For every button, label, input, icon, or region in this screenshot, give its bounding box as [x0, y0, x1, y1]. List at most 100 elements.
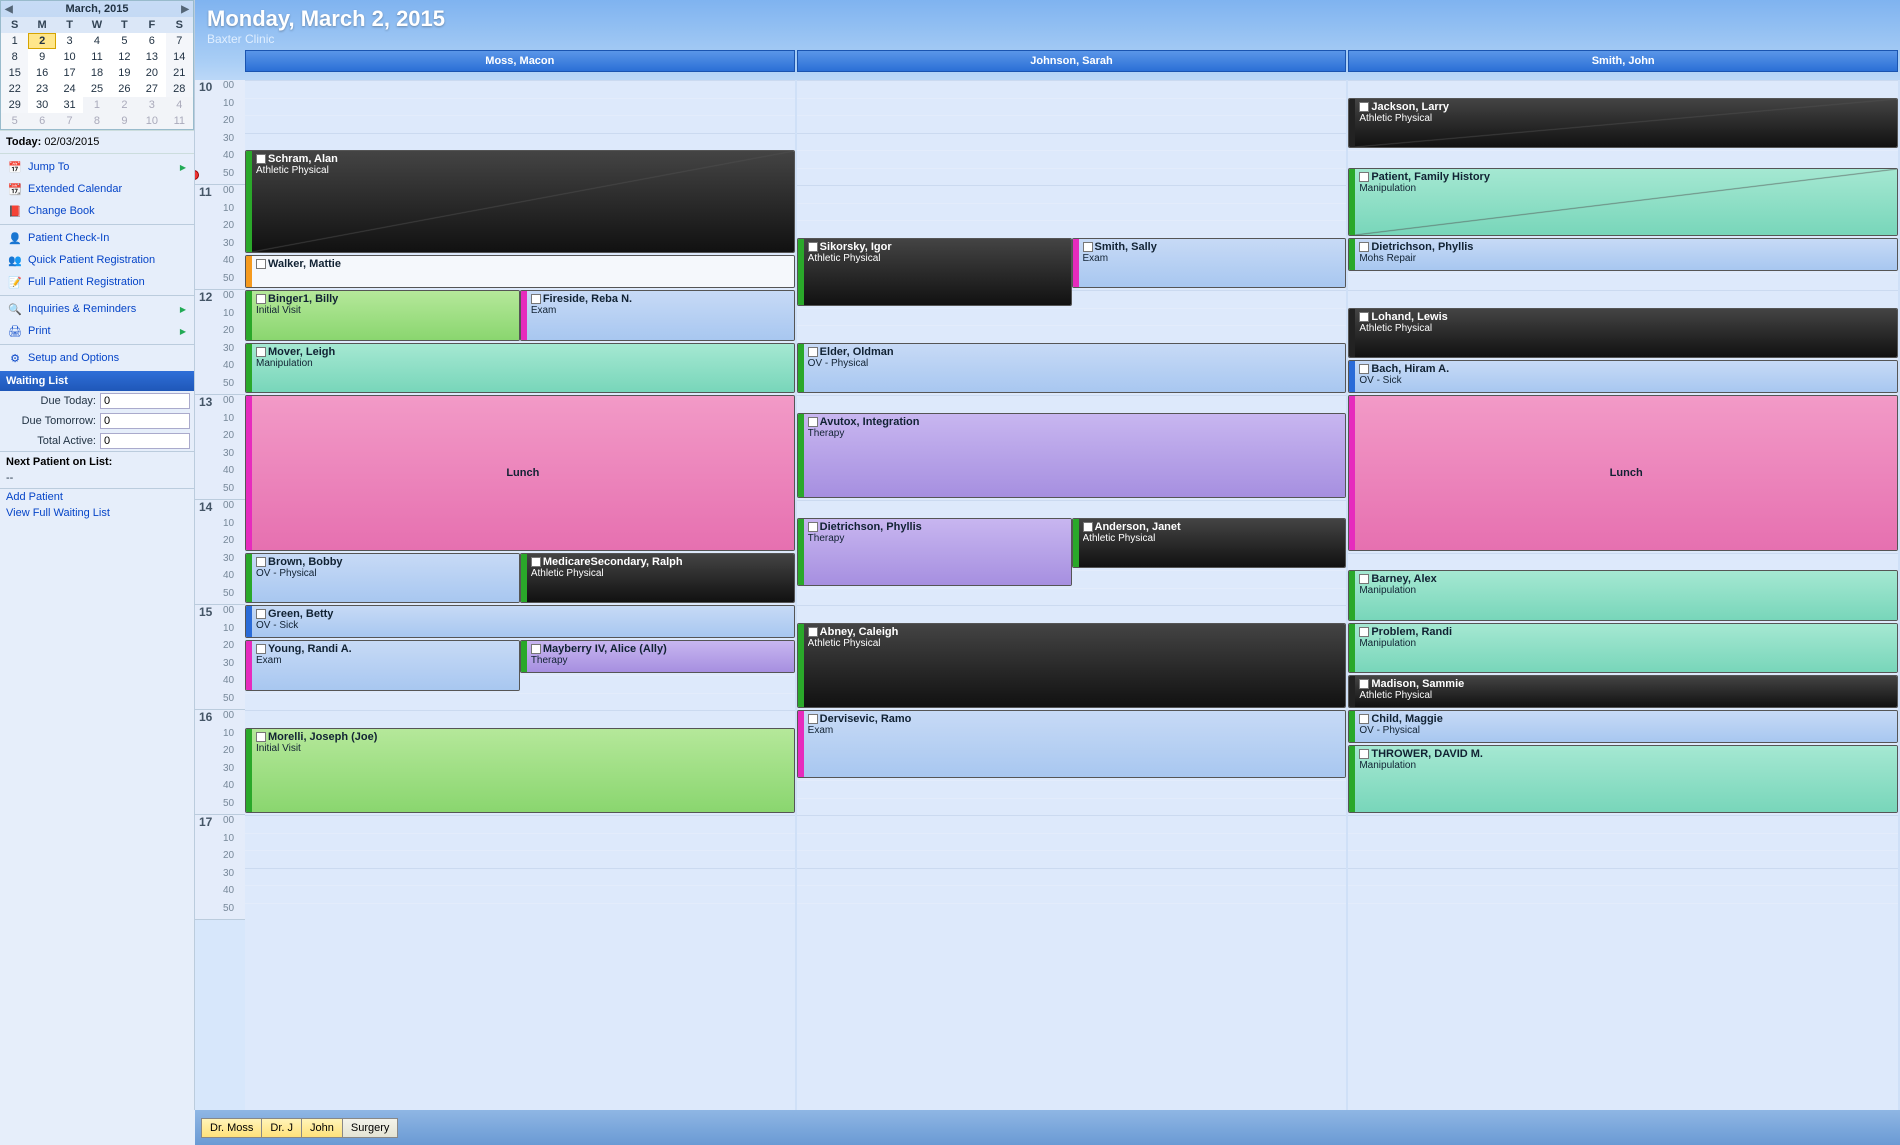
calendar-day[interactable]: 7	[56, 113, 83, 129]
provider-column-header[interactable]: Johnson, Sarah	[797, 50, 1347, 72]
calendar-day[interactable]: 11	[83, 49, 110, 65]
calendar-day[interactable]: 27	[138, 81, 165, 97]
calendar-day[interactable]: 17	[56, 65, 83, 81]
appointment[interactable]: Sikorsky, IgorAthletic Physical	[797, 238, 1072, 306]
provider-column-header[interactable]: Moss, Macon	[245, 50, 795, 72]
calendar-day[interactable]: 10	[138, 113, 165, 129]
calendar-day[interactable]: 5	[1, 113, 28, 129]
appointment[interactable]: Mayberry IV, Alice (Ally)Therapy	[520, 640, 795, 673]
prev-month-icon[interactable]: ◀	[5, 4, 13, 15]
view-tab[interactable]: Dr. J	[261, 1118, 302, 1138]
appointment[interactable]: Lohand, LewisAthletic Physical	[1348, 308, 1898, 359]
appointment[interactable]: Fireside, Reba N.Exam	[520, 290, 795, 341]
appointment[interactable]: Walker, Mattie	[245, 255, 795, 288]
calendar-day[interactable]: 13	[138, 49, 165, 65]
appointment[interactable]: Problem, RandiManipulation	[1348, 623, 1898, 674]
next-month-icon[interactable]: ▶	[181, 4, 189, 15]
appointment[interactable]: Dervisevic, RamoExam	[797, 710, 1347, 778]
appointment[interactable]: THROWER, DAVID M.Manipulation	[1348, 745, 1898, 813]
appointment[interactable]: Avutox, IntegrationTherapy	[797, 413, 1347, 499]
calendar-day[interactable]: 2	[111, 97, 138, 113]
calendar-day[interactable]: 6	[28, 113, 55, 129]
calendar-day[interactable]: 11	[166, 113, 193, 129]
nav-item[interactable]: 🖨Print▶	[0, 320, 194, 342]
waiting-list-count[interactable]	[100, 393, 190, 409]
calendar-day[interactable]: 3	[56, 33, 83, 49]
calendar-day[interactable]: 19	[111, 65, 138, 81]
calendar-day[interactable]: 1	[1, 33, 28, 49]
calendar-day[interactable]: 20	[138, 65, 165, 81]
waiting-list-link[interactable]: Add Patient	[0, 488, 194, 505]
nav-item[interactable]: 📅Jump To▶	[0, 156, 194, 178]
calendar-day[interactable]: 2	[28, 33, 55, 49]
calendar-day[interactable]: 9	[111, 113, 138, 129]
calendar-day[interactable]: 8	[1, 49, 28, 65]
calendar-day[interactable]: 18	[83, 65, 110, 81]
appointment[interactable]: Schram, AlanAthletic Physical	[245, 150, 795, 253]
schedule-column[interactable]: Jackson, LarryAthletic Physical Patient, …	[1348, 80, 1900, 1110]
appointment[interactable]: Lunch	[1348, 395, 1898, 551]
calendar-day[interactable]: 12	[111, 49, 138, 65]
calendar-day[interactable]: 7	[166, 33, 193, 49]
calendar-day[interactable]: 26	[111, 81, 138, 97]
schedule-column[interactable]: Sikorsky, IgorAthletic PhysicalSmith, Sa…	[797, 80, 1349, 1110]
appointment[interactable]: Dietrichson, PhyllisMohs Repair	[1348, 238, 1898, 271]
appointment[interactable]: Young, Randi A.Exam	[245, 640, 520, 691]
calendar-day[interactable]: 10	[56, 49, 83, 65]
calendar-day[interactable]: 22	[1, 81, 28, 97]
schedule-column[interactable]: Schram, AlanAthletic PhysicalWalker, Mat…	[245, 80, 797, 1110]
calendar-day[interactable]: 9	[28, 49, 55, 65]
view-tab[interactable]: John	[301, 1118, 343, 1138]
calendar-day[interactable]: 28	[166, 81, 193, 97]
appointment[interactable]: Anderson, JanetAthletic Physical	[1072, 518, 1347, 569]
appointment[interactable]: Green, BettyOV - Sick	[245, 605, 795, 638]
calendar-day[interactable]: 1	[83, 97, 110, 113]
calendar-day[interactable]: 3	[138, 97, 165, 113]
appointment[interactable]: Barney, AlexManipulation	[1348, 570, 1898, 621]
calendar-day[interactable]: 8	[83, 113, 110, 129]
calendar-day[interactable]: 14	[166, 49, 193, 65]
appointment[interactable]: Binger1, BillyInitial Visit	[245, 290, 520, 341]
appointment[interactable]: Abney, CaleighAthletic Physical	[797, 623, 1347, 709]
waiting-list-link[interactable]: View Full Waiting List	[0, 505, 194, 521]
appointment[interactable]: Smith, SallyExam	[1072, 238, 1347, 289]
appointment[interactable]: Dietrichson, PhyllisTherapy	[797, 518, 1072, 586]
nav-item[interactable]: 👤Patient Check-In	[0, 227, 194, 249]
appointment[interactable]: Morelli, Joseph (Joe)Initial Visit	[245, 728, 795, 814]
view-tab[interactable]: Dr. Moss	[201, 1118, 262, 1138]
nav-item[interactable]: 📝Full Patient Registration	[0, 271, 194, 293]
calendar-day[interactable]: 24	[56, 81, 83, 97]
calendar-day[interactable]: 31	[56, 97, 83, 113]
nav-item[interactable]: 👥Quick Patient Registration	[0, 249, 194, 271]
view-tab[interactable]: Surgery	[342, 1118, 399, 1138]
calendar-day[interactable]: 25	[83, 81, 110, 97]
calendar-day[interactable]: 6	[138, 33, 165, 49]
appointment[interactable]: Jackson, LarryAthletic Physical	[1348, 98, 1898, 149]
provider-column-header[interactable]: Smith, John	[1348, 50, 1898, 72]
appointment[interactable]: Bach, Hiram A.OV - Sick	[1348, 360, 1898, 393]
waiting-list-count[interactable]	[100, 433, 190, 449]
calendar-day[interactable]: 4	[166, 97, 193, 113]
appointment[interactable]: Mover, LeighManipulation	[245, 343, 795, 394]
appointment[interactable]: MedicareSecondary, RalphAthletic Physica…	[520, 553, 795, 604]
calendar-day[interactable]: 15	[1, 65, 28, 81]
appointment[interactable]: Elder, OldmanOV - Physical	[797, 343, 1347, 394]
appointment[interactable]: Lunch	[245, 395, 795, 551]
calendar-day[interactable]: 4	[83, 33, 110, 49]
nav-item[interactable]: 🔍Inquiries & Reminders▶	[0, 298, 194, 320]
appointment[interactable]: Child, MaggieOV - Physical	[1348, 710, 1898, 743]
nav-item[interactable]: 📕Change Book	[0, 200, 194, 222]
calendar-day[interactable]: 5	[111, 33, 138, 49]
nav-icon: 📕	[8, 204, 22, 218]
appointment[interactable]: Patient, Family HistoryManipulation	[1348, 168, 1898, 236]
calendar-day[interactable]: 30	[28, 97, 55, 113]
nav-item[interactable]: 📆Extended Calendar	[0, 178, 194, 200]
waiting-list-count[interactable]	[100, 413, 190, 429]
calendar-day[interactable]: 29	[1, 97, 28, 113]
calendar-day[interactable]: 23	[28, 81, 55, 97]
calendar-day[interactable]: 16	[28, 65, 55, 81]
nav-item[interactable]: ⚙Setup and Options	[0, 347, 194, 369]
calendar-day[interactable]: 21	[166, 65, 193, 81]
appointment[interactable]: Brown, BobbyOV - Physical	[245, 553, 520, 604]
appointment[interactable]: Madison, SammieAthletic Physical	[1348, 675, 1898, 708]
